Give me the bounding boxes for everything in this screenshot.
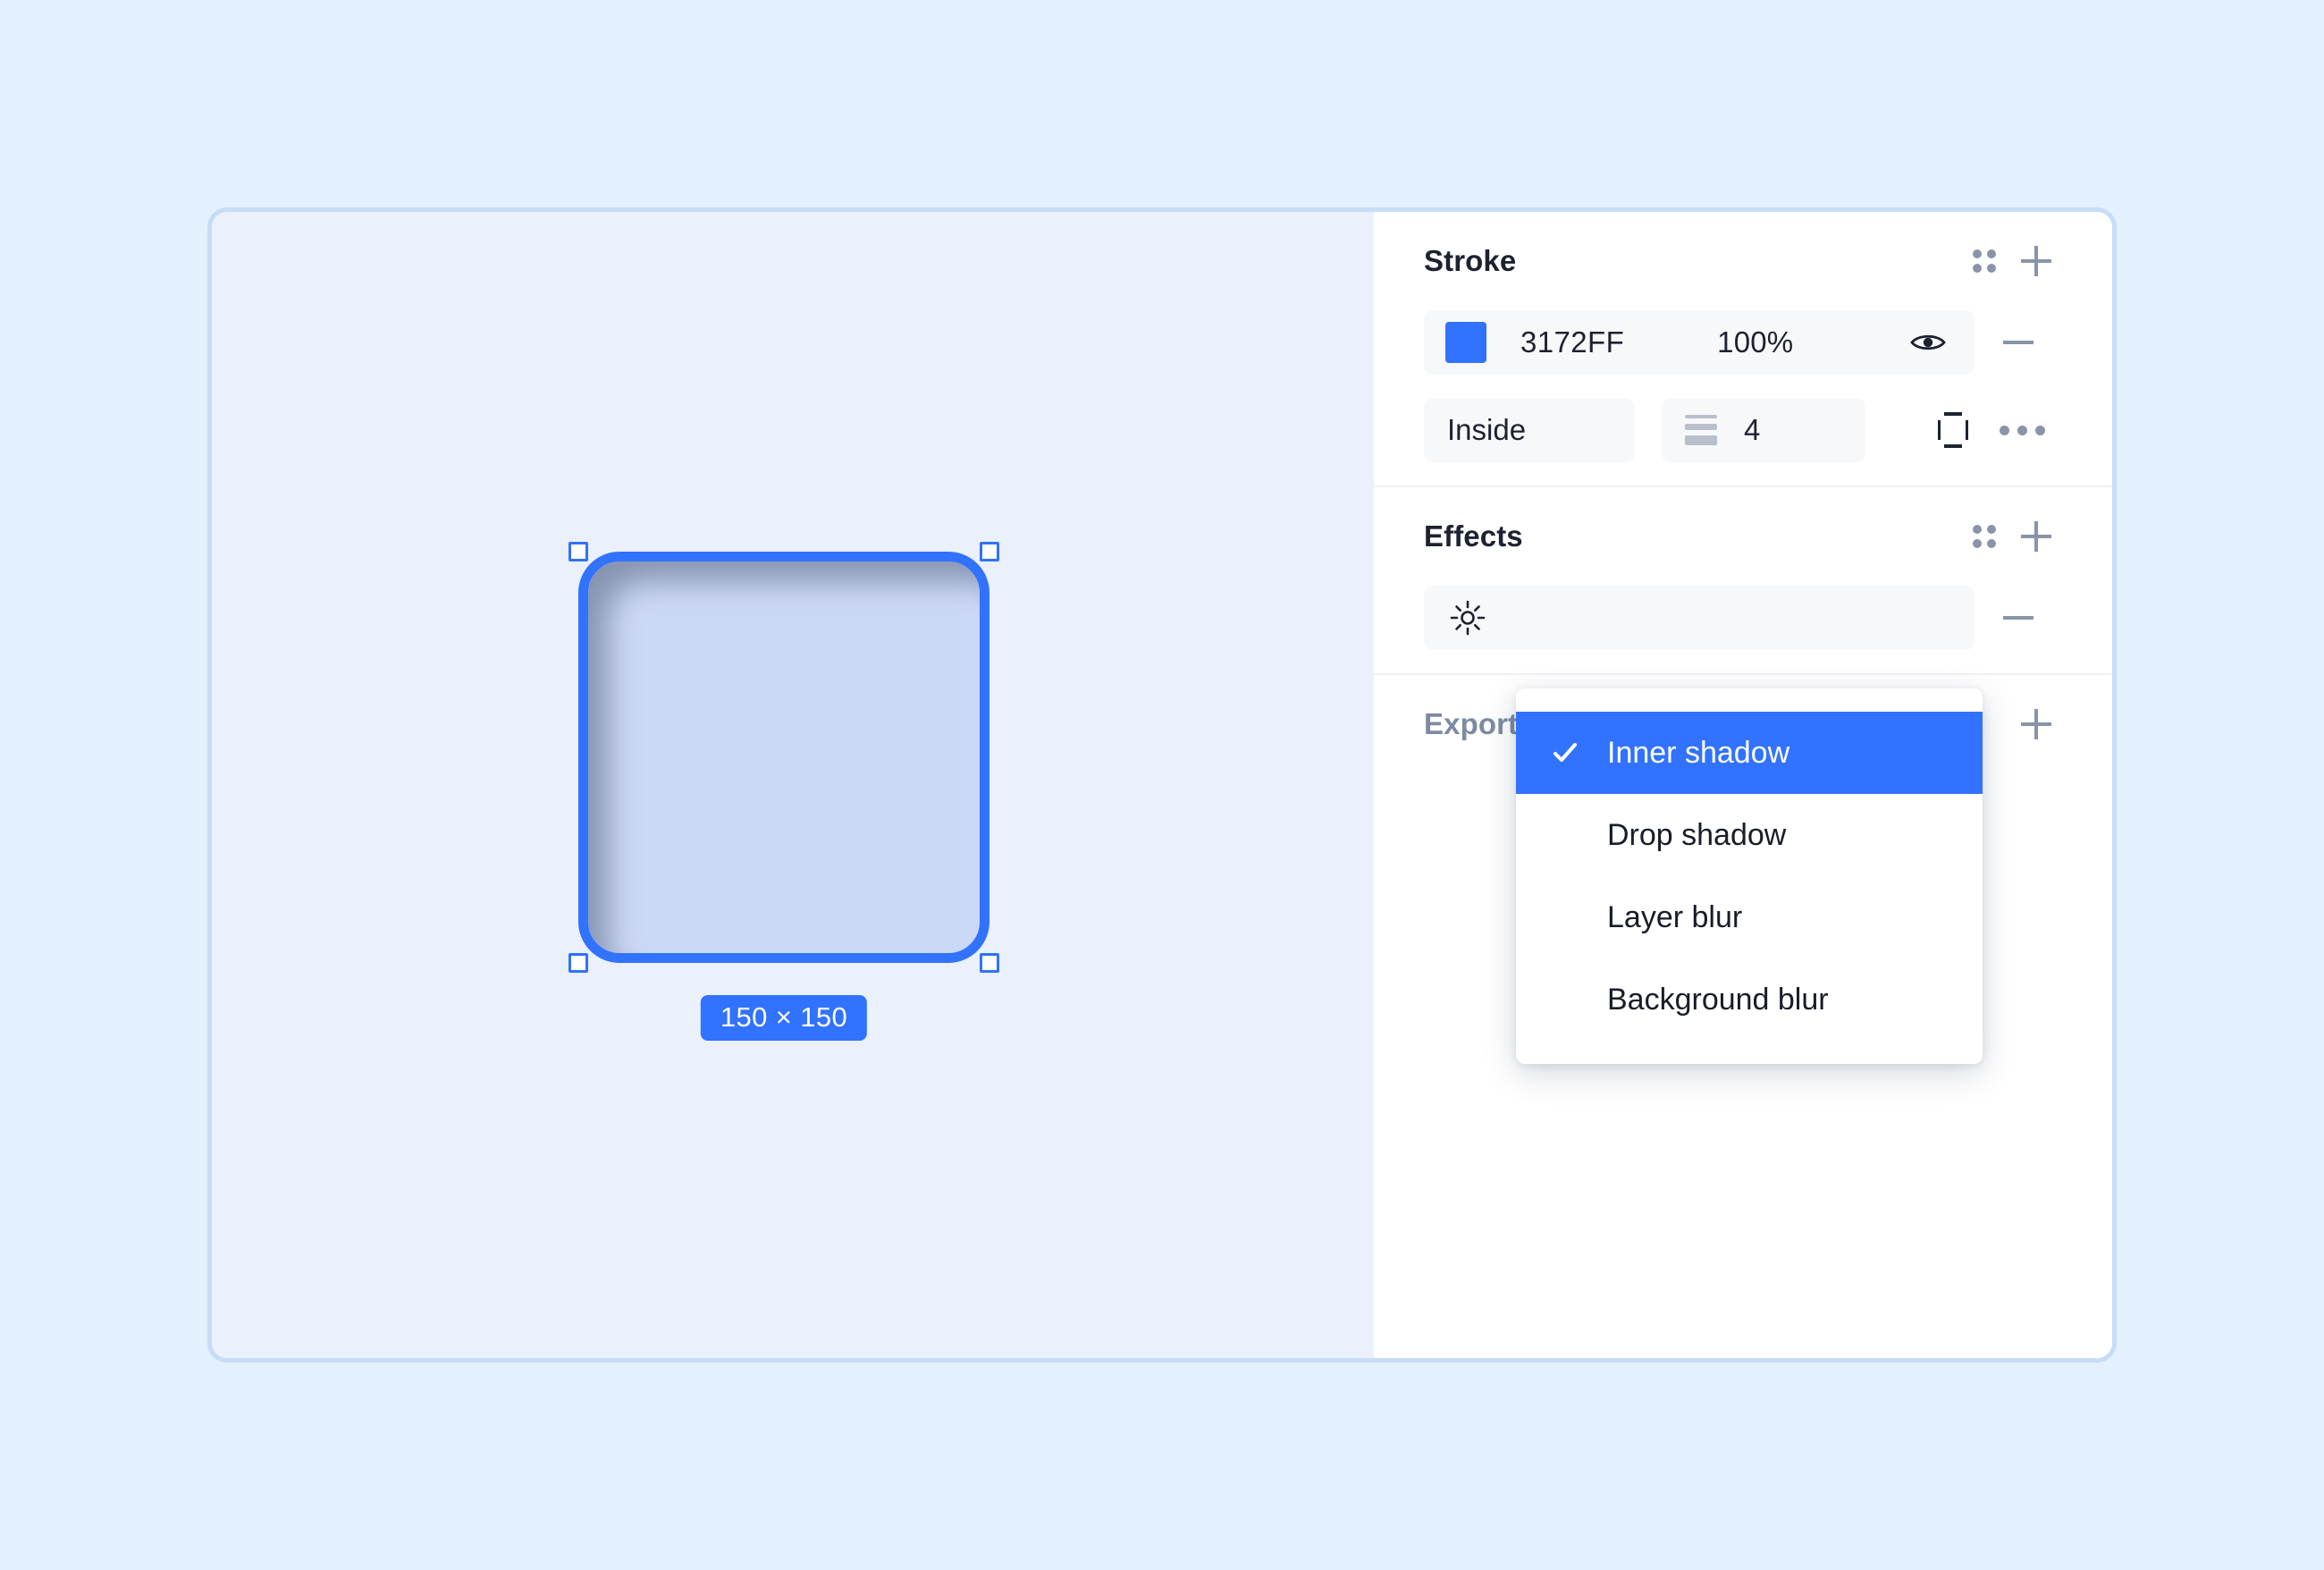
eye-icon: [1910, 334, 1946, 350]
stroke-settings-row: Inside 4: [1424, 398, 2062, 485]
dropdown-item-label: Inner shadow: [1607, 735, 1790, 770]
plus-icon: [2021, 246, 2051, 276]
dropdown-item-layer-blur[interactable]: Layer blur: [1516, 876, 1983, 958]
stroke-align-value: Inside: [1447, 413, 1527, 446]
stroke-sides-icon: [1938, 412, 1968, 448]
stroke-styles-button[interactable]: [1958, 235, 2010, 287]
stroke-visibility-button[interactable]: [1903, 317, 1953, 367]
export-add-button[interactable]: [2010, 698, 2062, 750]
more-horizontal-icon: [1999, 425, 2045, 435]
resize-handle-top-left[interactable]: [568, 542, 588, 561]
dropdown-item-inner-shadow[interactable]: Inner shadow: [1516, 712, 1983, 794]
stroke-color-field[interactable]: 3172FF 100%: [1424, 310, 1975, 375]
effect-type-dropdown-menu[interactable]: Inner shadow Drop shadow Layer blur Back…: [1516, 688, 1983, 1064]
stroke-weight-field[interactable]: 4: [1662, 398, 1865, 462]
stroke-hex-value[interactable]: 3172FF: [1520, 325, 1624, 359]
effect-remove-button[interactable]: [1975, 616, 2062, 620]
resize-handle-bottom-right[interactable]: [980, 953, 999, 973]
dropdown-item-label: Background blur: [1607, 982, 1829, 1017]
size-badge: 150 × 150: [700, 995, 868, 1041]
dot-grid-icon: [1973, 249, 1996, 273]
resize-handle-bottom-left[interactable]: [568, 953, 588, 973]
dropdown-item-background-blur[interactable]: Background blur: [1516, 958, 1983, 1041]
stroke-section-title: Stroke: [1424, 244, 1517, 277]
effect-type-field[interactable]: [1424, 586, 1975, 650]
section-stroke: Stroke 3172FF 100% Inside 4: [1374, 212, 2112, 485]
stroke-color-row: 3172FF 100%: [1424, 310, 2062, 398]
stroke-remove-button[interactable]: [1975, 341, 2062, 344]
plus-icon: [2021, 709, 2051, 739]
effects-section-title: Effects: [1424, 519, 1523, 553]
check-icon: [1554, 743, 1577, 762]
dot-grid-icon: [1973, 525, 1996, 548]
canvas-area[interactable]: 150 × 150: [212, 212, 1374, 1358]
effects-section-header: Effects: [1424, 487, 2062, 586]
stroke-section-header: Stroke: [1424, 212, 2062, 310]
effects-add-button[interactable]: [2010, 511, 2062, 562]
minus-icon: [2003, 341, 2034, 344]
section-effects: Effects: [1374, 485, 2112, 673]
stroke-weight-value[interactable]: 4: [1744, 413, 1760, 447]
dropdown-item-label: Drop shadow: [1607, 817, 1787, 852]
effect-row: [1424, 586, 2062, 673]
stroke-color-swatch[interactable]: [1445, 322, 1486, 363]
brightness-sun-icon: [1450, 600, 1486, 636]
stroke-sides-button[interactable]: [1928, 405, 1978, 455]
chevron-down-icon: [1592, 425, 1612, 435]
check-slot: [1552, 739, 1607, 766]
plus-icon: [2021, 521, 2051, 552]
minus-icon: [2003, 616, 2034, 620]
resize-handle-top-right[interactable]: [980, 542, 999, 561]
effects-styles-button[interactable]: [1958, 511, 2010, 562]
stroke-add-button[interactable]: [2010, 235, 2062, 287]
selected-shape-group[interactable]: 150 × 150: [568, 542, 999, 1041]
stroke-more-button[interactable]: [1978, 425, 2066, 435]
stroke-align-select[interactable]: Inside: [1424, 398, 1635, 462]
dropdown-item-drop-shadow[interactable]: Drop shadow: [1516, 794, 1983, 876]
effect-icon-button[interactable]: [1445, 595, 1490, 640]
stroke-opacity-value[interactable]: 100%: [1717, 325, 1793, 359]
dropdown-item-label: Layer blur: [1607, 899, 1743, 934]
rounded-rectangle-shape[interactable]: [578, 552, 989, 963]
stroke-weight-icon: [1685, 415, 1717, 445]
